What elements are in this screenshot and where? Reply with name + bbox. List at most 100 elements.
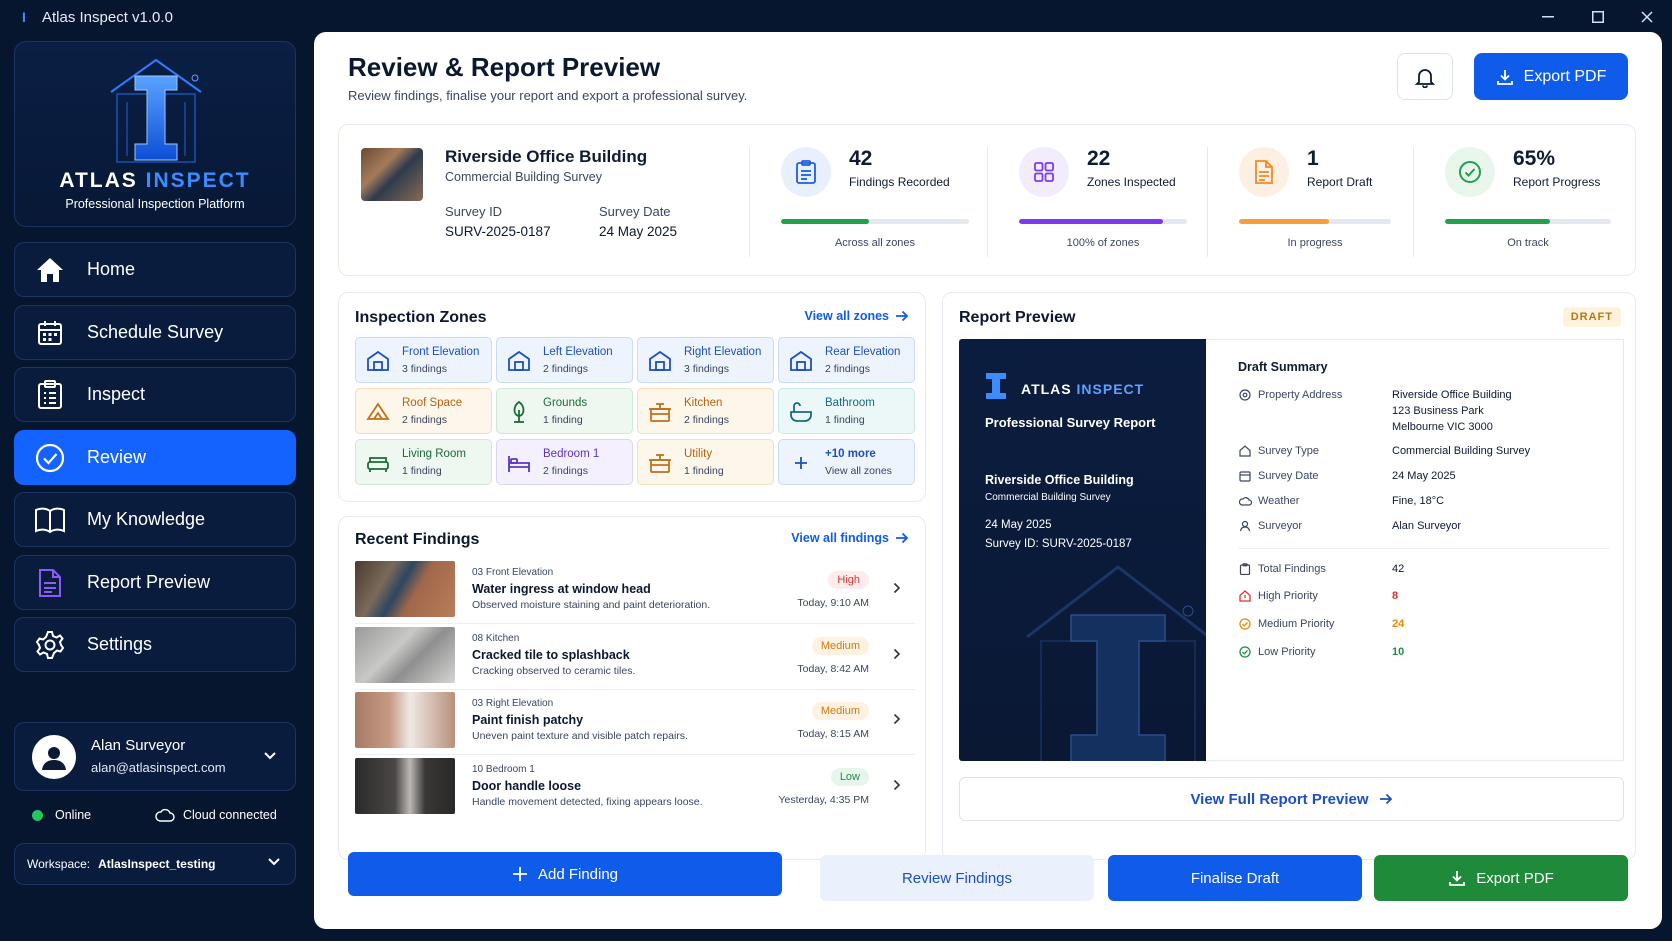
user-card[interactable]: Alan Surveyor alan@atlasinspect.com xyxy=(14,722,296,791)
avatar xyxy=(32,735,76,779)
zone-rear-elevation[interactable]: Rear Elevation 2 findings xyxy=(778,337,915,383)
nav-home[interactable]: Home xyxy=(14,242,296,297)
maximize-icon[interactable] xyxy=(1586,6,1610,28)
clipboard-icon xyxy=(1238,562,1252,576)
house-icon xyxy=(789,349,813,373)
zones-title: Inspection Zones xyxy=(355,309,487,326)
add-finding-button[interactable]: Add Finding xyxy=(348,852,782,896)
nav-review[interactable]: Review xyxy=(14,430,296,485)
cover-report-title: Professional Survey Report xyxy=(985,415,1156,430)
summary-total-row: Low Priority 10 xyxy=(1238,645,1608,661)
warning-house-icon xyxy=(1238,589,1252,603)
chevron-down-icon[interactable] xyxy=(263,748,277,766)
survey-id-label: Survey ID xyxy=(445,204,503,219)
book-icon xyxy=(33,503,67,537)
zone-utility[interactable]: Utility 1 finding xyxy=(637,439,774,485)
stat-report-progress: 65% Report Progress On track xyxy=(1445,125,1611,275)
pot-icon xyxy=(648,400,672,424)
priority-badge: Medium xyxy=(811,637,869,655)
chevron-right-icon xyxy=(893,712,901,730)
download-icon xyxy=(1449,871,1466,886)
nav-report-preview[interactable]: Report Preview xyxy=(14,555,296,610)
progress-fill xyxy=(1019,219,1164,224)
nav-label: Report Preview xyxy=(87,572,211,592)
table-row[interactable]: 03 Right Elevation Paint finish patchy U… xyxy=(355,692,915,752)
view-all-findings-link[interactable]: View all findings xyxy=(791,531,909,545)
progress-fill xyxy=(1445,219,1550,224)
table-row[interactable]: 08 Kitchen Cracked tile to splashback Cr… xyxy=(355,627,915,687)
atlas-logo-icon xyxy=(110,58,202,163)
close-icon[interactable] xyxy=(1635,6,1659,28)
cover-property: Riverside Office Building xyxy=(985,473,1134,487)
zone-living-room[interactable]: Living Room 1 finding xyxy=(355,439,492,485)
cloud-status: Cloud connected xyxy=(155,808,277,822)
zone-more[interactable]: +10 more View all zones xyxy=(778,439,915,485)
check-circle-icon xyxy=(1445,147,1495,197)
table-row[interactable]: 10 Bedroom 1 Door handle loose Handle mo… xyxy=(355,758,915,818)
check-circle-icon xyxy=(1238,645,1252,659)
file-icon xyxy=(1239,147,1289,197)
draft-badge: DRAFT xyxy=(1562,307,1621,327)
minimize-icon[interactable] xyxy=(1536,6,1560,28)
export-pdf-bottom-button[interactable]: Export PDF xyxy=(1374,855,1628,901)
summary-row: Weather Fine, 18°C xyxy=(1238,494,1608,510)
house-icon xyxy=(366,349,390,373)
priority-badge: High xyxy=(828,571,869,589)
zone-kitchen[interactable]: Kitchen 2 findings xyxy=(637,388,774,434)
priority-badge: Medium xyxy=(811,702,869,720)
findings-title: Recent Findings xyxy=(355,531,480,548)
zone-front-elevation[interactable]: Front Elevation 3 findings xyxy=(355,337,492,383)
bath-icon xyxy=(789,400,813,424)
finalise-draft-button[interactable]: Finalise Draft xyxy=(1108,855,1362,901)
arrow-right-icon xyxy=(1379,793,1392,805)
priority-badge: Low xyxy=(830,768,869,786)
property-thumbnail xyxy=(361,148,423,201)
summary-title: Draft Summary xyxy=(1238,360,1328,374)
clipboard-icon xyxy=(33,378,67,412)
zone-bathroom[interactable]: Bathroom 1 finding xyxy=(778,388,915,434)
nav-schedule-survey[interactable]: Schedule Survey xyxy=(14,305,296,360)
zone-grounds[interactable]: Grounds 1 finding xyxy=(496,388,633,434)
nav-label: Review xyxy=(87,447,147,467)
zone-roof-space[interactable]: Roof Space 2 findings xyxy=(355,388,492,434)
recent-findings-card: Recent Findings View all findings 03 Fro… xyxy=(338,516,926,860)
draft-summary: Draft Summary Property Address Riverside… xyxy=(1206,339,1624,761)
user-email: alan@atlasinspect.com xyxy=(91,760,226,775)
arrow-right-icon xyxy=(896,310,909,322)
user-icon xyxy=(1238,519,1252,533)
gear-icon xyxy=(33,628,67,662)
zone-bedroom-1[interactable]: Bedroom 12 findings xyxy=(496,439,633,485)
page-title: Review & Report Preview xyxy=(348,52,661,82)
review-findings-button[interactable]: Review Findings xyxy=(820,855,1094,901)
export-pdf-button[interactable]: Export PDF xyxy=(1474,53,1628,100)
nav-inspect[interactable]: Inspect xyxy=(14,367,296,422)
calendar-icon xyxy=(1238,469,1252,483)
zone-right-elevation[interactable]: Right Elevation 3 findings xyxy=(637,337,774,383)
cover-date: 24 May 2025 xyxy=(985,519,1052,531)
zone-left-elevation[interactable]: Left Elevation 2 findings xyxy=(496,337,633,383)
summary-total-row: High Priority 8 xyxy=(1238,589,1608,605)
chevron-right-icon xyxy=(893,647,901,665)
workspace-selector[interactable]: Workspace: AtlasInspect_testing xyxy=(14,843,296,885)
roof-icon xyxy=(366,400,390,424)
report-preview-card: Report Preview DRAFT ATLAS INSPECT Profe… xyxy=(942,292,1636,860)
view-full-report-button[interactable]: View Full Report Preview xyxy=(959,777,1624,821)
address-line-2: 123 Business Park xyxy=(1392,405,1484,417)
summary-row: Property Address Riverside Office Buildi… xyxy=(1238,388,1608,404)
nav-settings[interactable]: Settings xyxy=(14,617,296,672)
inspection-zones-card: Inspection Zones View all zones Front El… xyxy=(338,292,926,502)
brand-name: ATLAS INSPECT xyxy=(59,169,251,192)
progress-fill xyxy=(1239,219,1329,224)
nav-my-knowledge[interactable]: My Knowledge xyxy=(14,492,296,547)
preview-title: Report Preview xyxy=(959,309,1076,326)
nav-label: Schedule Survey xyxy=(87,322,224,342)
cover-type: Commercial Building Survey xyxy=(985,492,1111,503)
view-all-zones-link[interactable]: View all zones xyxy=(804,309,909,323)
stat-zones: 22 Zones Inspected 100% of zones xyxy=(1019,125,1187,275)
notifications-button[interactable] xyxy=(1397,53,1453,100)
nav-label: Home xyxy=(87,259,136,279)
table-row[interactable]: 03 Front Elevation Water ingress at wind… xyxy=(355,561,915,621)
nav-label: Settings xyxy=(87,634,153,654)
plus-icon xyxy=(789,451,813,475)
report-cover: ATLAS INSPECT Professional Survey Report… xyxy=(959,339,1206,761)
